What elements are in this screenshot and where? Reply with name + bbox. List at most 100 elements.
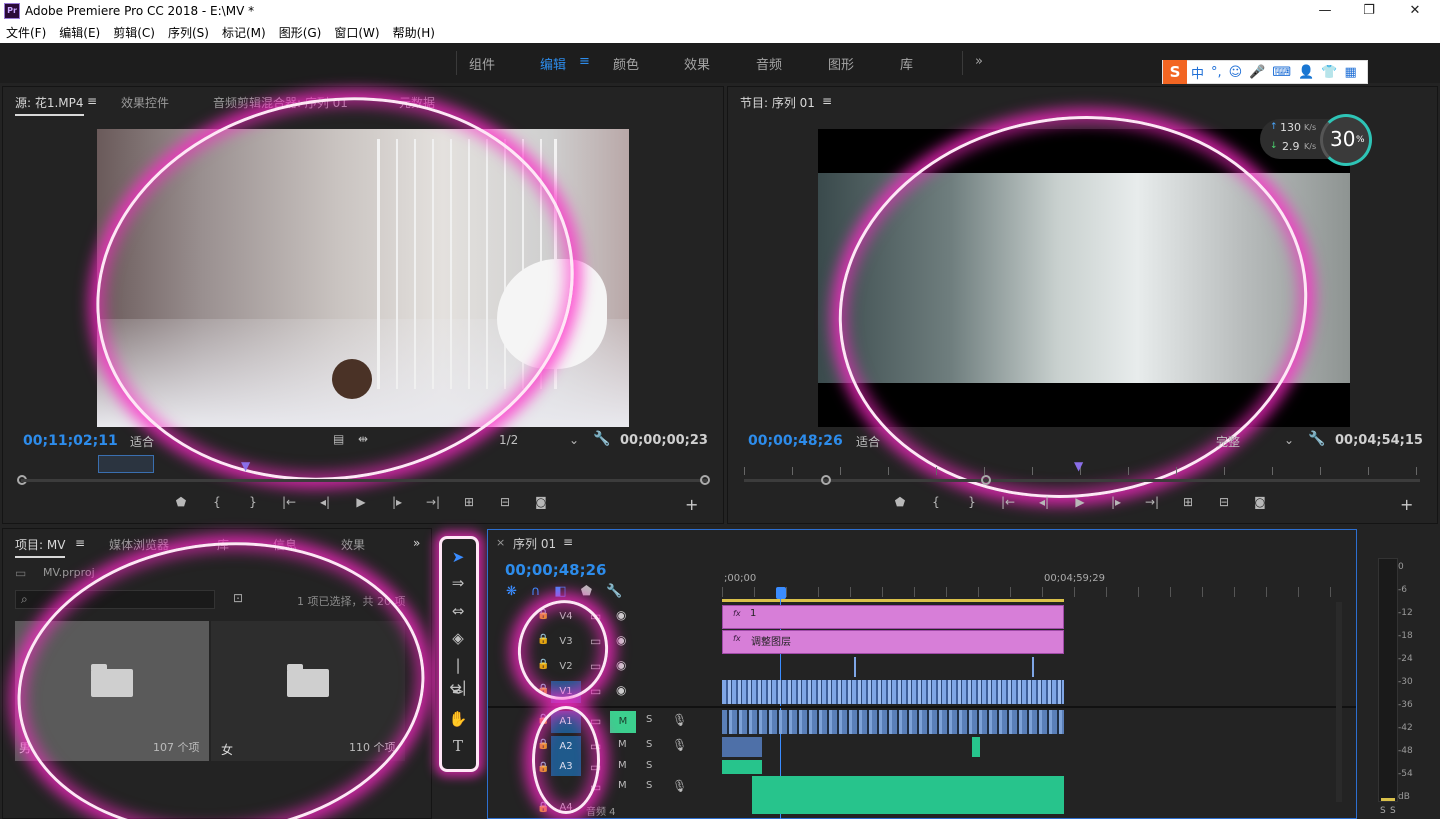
sync-lock-icon[interactable]: ▭	[590, 739, 601, 753]
clip-a1[interactable]	[722, 710, 1064, 734]
go-to-out-icon[interactable]: →|	[415, 495, 451, 509]
workspace-menu-icon[interactable]: ≡	[579, 54, 590, 69]
menu-clip[interactable]: 剪辑(C)	[113, 24, 155, 41]
step-forward-icon[interactable]: |▸	[1098, 495, 1134, 509]
skin-icon[interactable]: 👕	[1321, 65, 1337, 80]
work-area-bar[interactable]	[722, 599, 1064, 602]
eye-icon[interactable]: ◉	[616, 608, 626, 622]
menu-help[interactable]: 帮助(H)	[393, 24, 435, 41]
eye-icon[interactable]: ◉	[616, 633, 626, 647]
snap-magnet-icon[interactable]: ∩	[531, 584, 541, 599]
source-panel-menu-icon[interactable]: ≡	[87, 94, 97, 108]
microphone-icon[interactable]: 🎙	[672, 738, 687, 752]
zoom-handle-right[interactable]	[700, 475, 710, 485]
clip-v4[interactable]: fx 1	[722, 605, 1064, 629]
lock-icon[interactable]: 🔒	[537, 714, 549, 725]
keyboard-icon[interactable]: ⌨	[1272, 65, 1291, 80]
project-panel-menu-icon[interactable]: ≡	[75, 536, 85, 550]
step-forward-icon[interactable]: |▸	[379, 495, 415, 509]
solo-button[interactable]: S	[646, 714, 652, 725]
clip-v3[interactable]: fx 调整图层	[722, 630, 1064, 654]
source-fit-dropdown[interactable]: 适合	[130, 433, 154, 450]
eye-icon[interactable]: ◉	[616, 658, 626, 672]
camera-icon[interactable]: ◙	[523, 495, 559, 509]
wrench-icon[interactable]: 🔧	[593, 431, 610, 447]
wrench-icon[interactable]: 🔧	[1308, 431, 1325, 447]
restore-button[interactable]: ❐	[1346, 0, 1392, 22]
tab-libraries[interactable]: 库	[217, 536, 229, 553]
lock-icon[interactable]: 🔒	[537, 609, 549, 620]
lock-icon[interactable]: 🔒	[537, 762, 549, 773]
workspace-overflow-icon[interactable]: »	[975, 54, 983, 69]
track-label-v4[interactable]: V4	[551, 606, 581, 628]
drag-video-icon[interactable]: ⇹	[358, 432, 368, 446]
tab-program[interactable]: 节目: 序列 01	[740, 94, 815, 114]
workspace-tab-color[interactable]: 颜色	[613, 54, 639, 73]
timeline-timecode[interactable]: 00;00;48;26	[505, 561, 607, 579]
play-icon[interactable]: ▶	[343, 495, 379, 509]
mute-button[interactable]: M	[618, 760, 627, 771]
track-label-a3[interactable]: A3	[551, 758, 581, 776]
ime-lang-toggle[interactable]: 中	[1191, 63, 1204, 82]
lock-icon[interactable]: 🔒	[537, 802, 549, 813]
tab-audio-clip-mixer[interactable]: 音频剪辑混合器: 序列 01	[213, 94, 348, 111]
mute-button[interactable]: M	[610, 711, 636, 733]
play-icon[interactable]: ▶	[1062, 495, 1098, 509]
workspace-tab-effects[interactable]: 效果	[684, 54, 710, 73]
mute-button[interactable]: M	[618, 780, 627, 791]
mark-out-icon[interactable]: }	[954, 495, 990, 509]
go-to-out-icon[interactable]: →|	[1134, 495, 1170, 509]
ime-punct-icon[interactable]: °,	[1211, 65, 1222, 80]
extract-icon[interactable]: ⊟	[1206, 495, 1242, 509]
solo-button[interactable]: S	[646, 780, 652, 791]
step-back-icon[interactable]: ◂|	[307, 495, 343, 509]
sync-lock-icon[interactable]: ▭	[590, 659, 601, 673]
go-to-in-icon[interactable]: |←	[271, 495, 307, 509]
clip-a3[interactable]	[722, 760, 762, 774]
lock-icon[interactable]: 🔒	[537, 659, 549, 670]
linked-selection-icon[interactable]: ◧	[554, 584, 566, 599]
camera-icon[interactable]: ◙	[1242, 495, 1278, 509]
meter-solo-right[interactable]: S	[1390, 806, 1396, 816]
go-to-in-icon[interactable]: |←	[990, 495, 1026, 509]
workspace-tab-editing[interactable]: 编辑	[540, 54, 566, 73]
workspace-tab-libraries[interactable]: 库	[900, 54, 913, 73]
sync-lock-icon[interactable]: ▭	[590, 684, 601, 698]
insert-overlay-icon[interactable]: ▤	[333, 432, 344, 446]
playhead-marker-icon[interactable]: ▼	[1074, 459, 1083, 473]
emoji-icon[interactable]: ☺	[1229, 65, 1243, 80]
playhead-marker-icon[interactable]: ▼	[241, 459, 250, 473]
tab-metadata[interactable]: 元数据	[399, 94, 435, 111]
timeline-vertical-scrollbar[interactable]	[1336, 602, 1342, 802]
source-timecode[interactable]: 00;11;02;11	[23, 433, 118, 449]
overwrite-icon[interactable]: ⊟	[487, 495, 523, 509]
program-fit-dropdown[interactable]: 适合	[856, 433, 880, 450]
lock-icon[interactable]: 🔒	[537, 739, 549, 750]
program-panel-menu-icon[interactable]: ≡	[822, 94, 832, 108]
minimize-button[interactable]: —	[1302, 0, 1348, 22]
sequence-menu-icon[interactable]: ≡	[563, 535, 573, 549]
timeline-settings-icon[interactable]: 🔧	[606, 584, 622, 599]
menu-sequence[interactable]: 序列(S)	[168, 24, 209, 41]
menu-file[interactable]: 文件(F)	[6, 24, 46, 41]
sogou-logo-icon[interactable]: S	[1163, 60, 1187, 84]
tab-source[interactable]: 源: 花1.MP4	[15, 94, 84, 116]
zoom-handle-left[interactable]	[821, 475, 831, 485]
tab-media-browser[interactable]: 媒体浏览器	[109, 536, 169, 553]
chevron-down-icon[interactable]: ⌄	[569, 433, 579, 447]
grid-icon[interactable]: ▦	[1345, 65, 1357, 80]
program-quality-dropdown[interactable]: 完整	[1216, 433, 1240, 450]
eye-icon[interactable]: ◉	[616, 683, 626, 697]
sync-lock-icon[interactable]: ▭	[590, 714, 601, 728]
chevron-down-icon[interactable]: ⌄	[1284, 433, 1294, 447]
workspace-tab-assembly[interactable]: 组件	[469, 54, 495, 73]
sync-lock-icon[interactable]: ▭	[590, 609, 601, 623]
track-label-a2[interactable]: A2	[551, 736, 581, 758]
lock-icon[interactable]: 🔒	[537, 684, 549, 695]
tab-project[interactable]: 项目: MV	[15, 536, 66, 558]
add-button-icon[interactable]: +	[685, 495, 698, 514]
microphone-icon[interactable]: 🎙	[672, 713, 687, 727]
mark-in-icon[interactable]: {	[918, 495, 954, 509]
menu-graphics[interactable]: 图形(G)	[279, 24, 322, 41]
lock-icon[interactable]: 🔒	[537, 634, 549, 645]
